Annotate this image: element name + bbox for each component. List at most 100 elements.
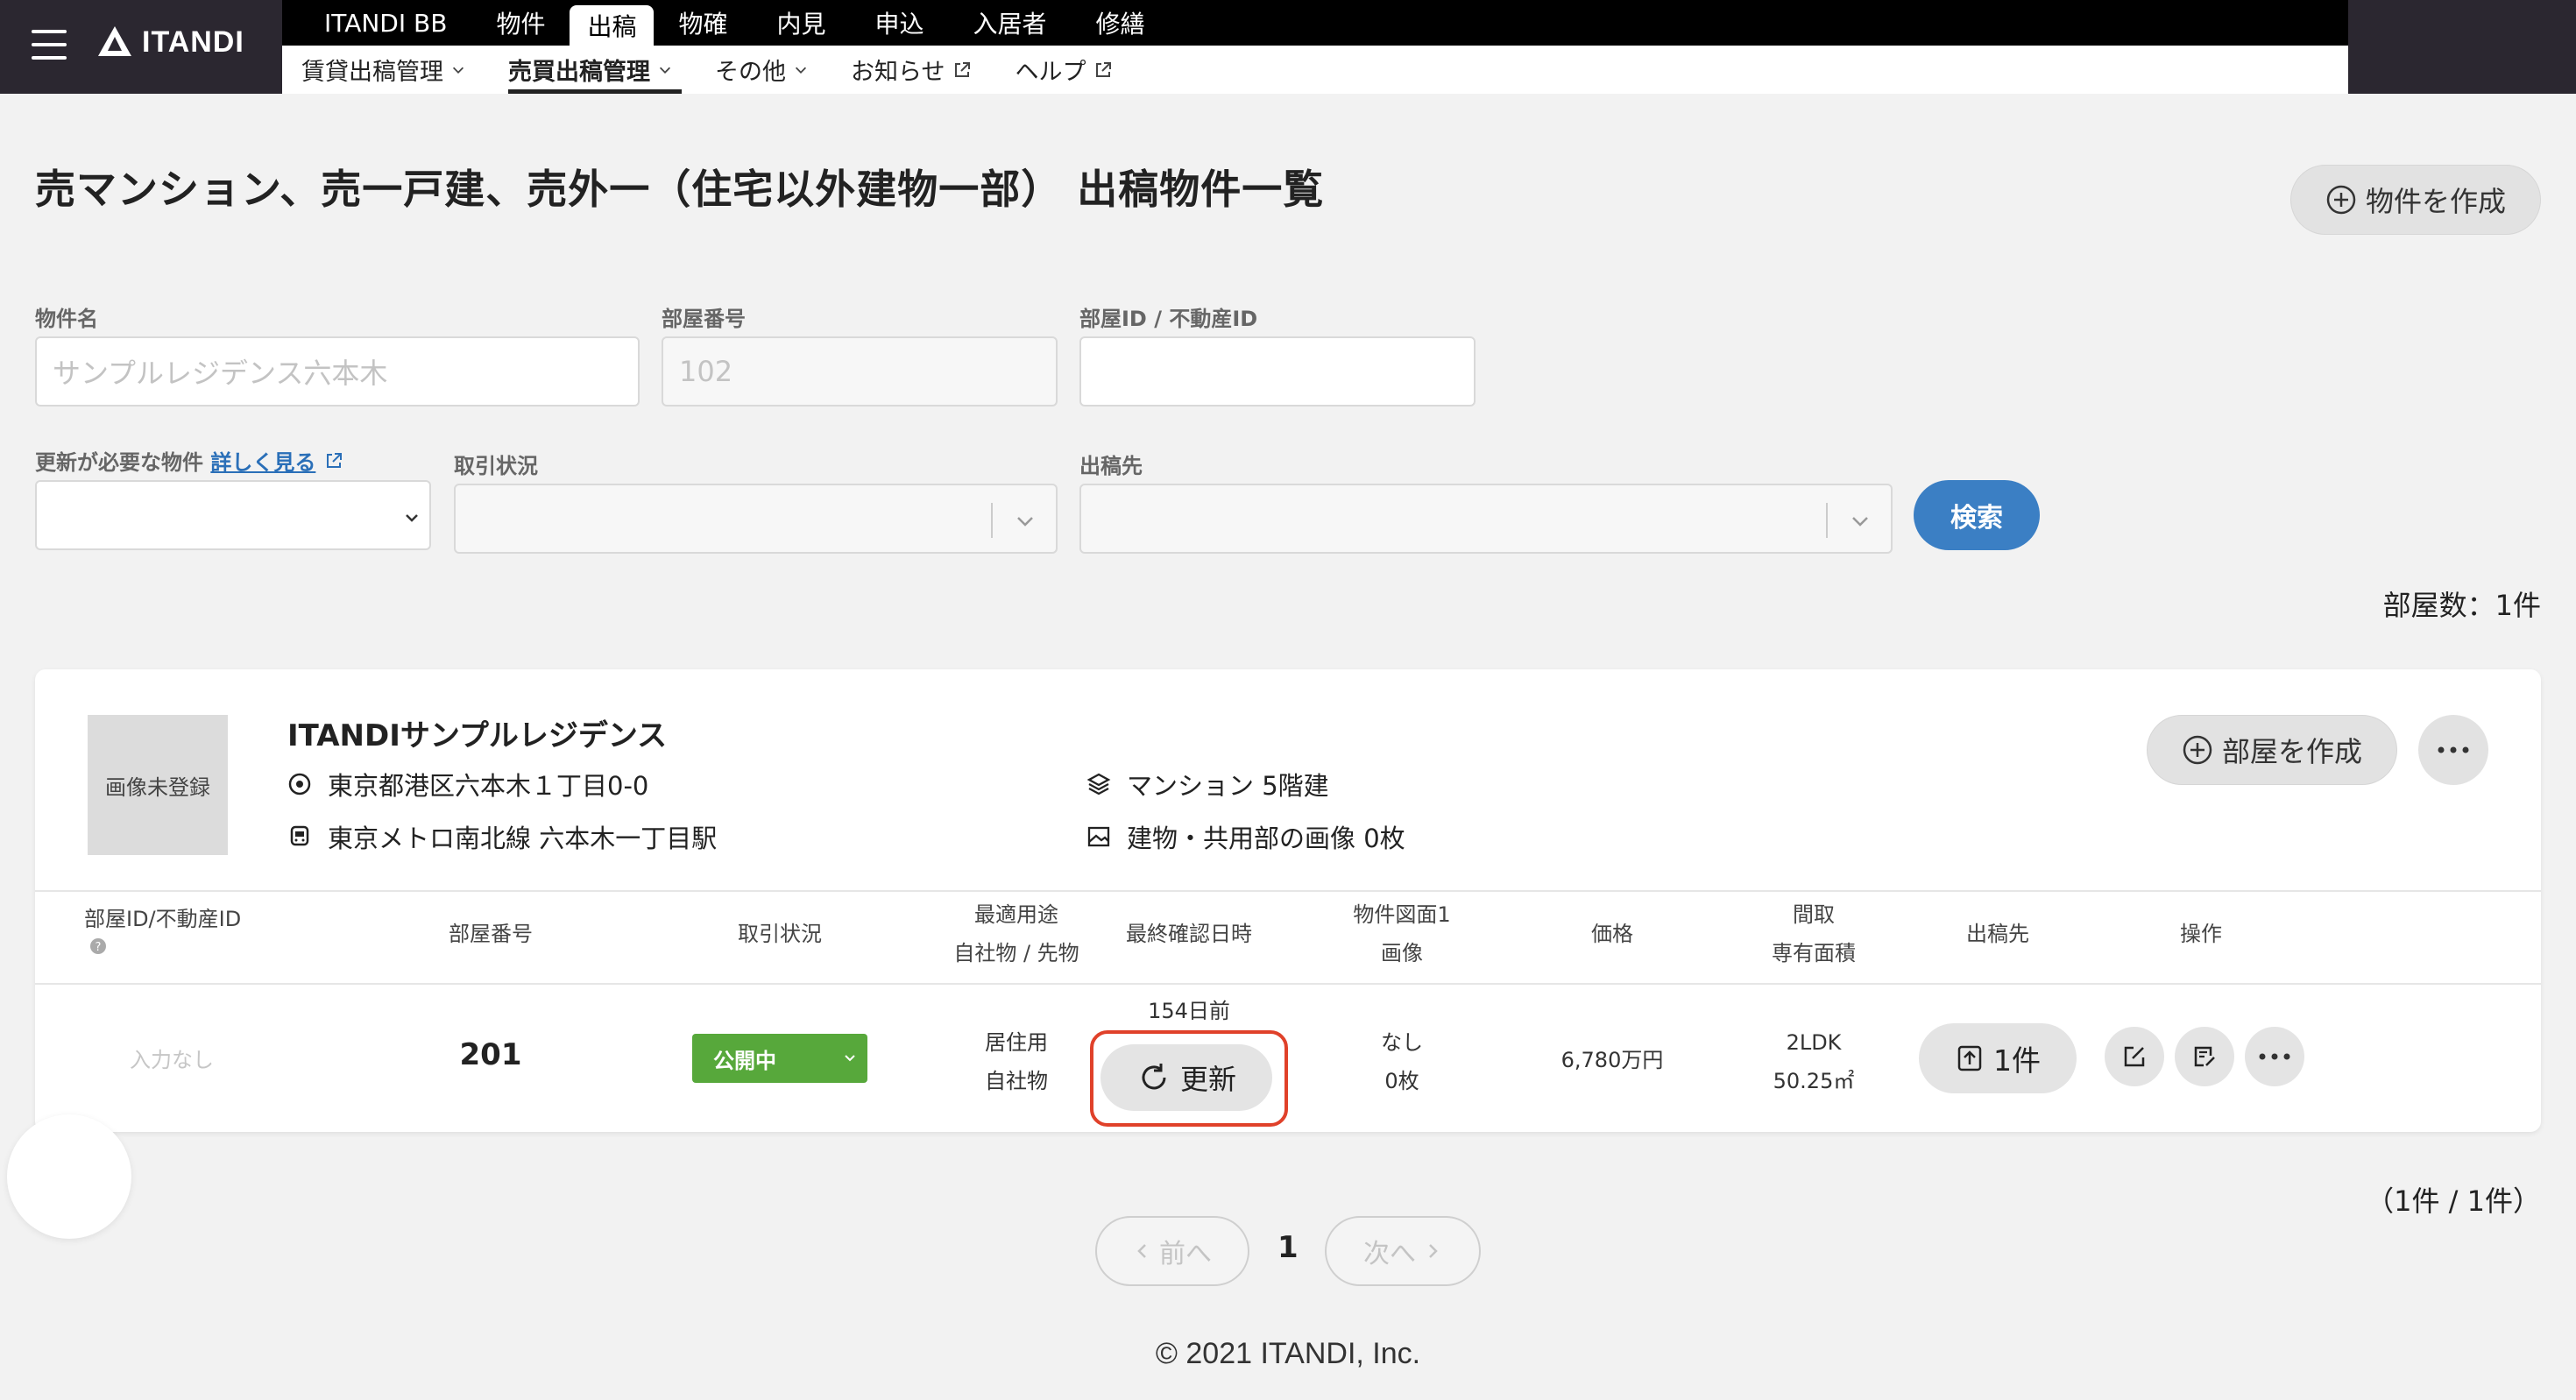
property-more-button[interactable] (2418, 715, 2488, 785)
layers-icon (1086, 773, 1111, 795)
needs-update-select[interactable] (35, 480, 431, 550)
image-icon (1087, 826, 1110, 847)
chevron-down-icon (795, 67, 807, 74)
th-price: 価格 (1591, 922, 1633, 946)
row-more-button[interactable] (2245, 1027, 2304, 1086)
external-link-icon (326, 453, 342, 468)
logo[interactable]: ITANDI (96, 25, 244, 60)
refresh-icon (1142, 1064, 1166, 1090)
cell-price: 6,780万円 (1560, 1048, 1664, 1072)
nav-listing[interactable]: 出稿 (570, 5, 655, 46)
chevron-left-icon (1137, 1244, 1146, 1258)
sub-nav: 賃貸出稿管理 売買出稿管理 その他 お知らせ ヘルプ (282, 46, 2348, 94)
transaction-status-select[interactable] (454, 484, 1058, 554)
external-link-icon (955, 61, 971, 77)
create-room-button[interactable]: 部屋を作成 (2147, 715, 2397, 785)
nav-confirm[interactable]: 物確 (654, 0, 752, 46)
room-id-label: 部屋ID / 不動産ID (1079, 307, 1258, 331)
chevron-down-icon (659, 67, 671, 74)
needs-update-text: 更新が必要な物件 (35, 450, 203, 475)
th-status: 取引状況 (738, 922, 822, 946)
station-text: 東京メトロ南北線 六本木一丁目駅 (328, 824, 718, 853)
chevron-down-icon (1017, 517, 1033, 527)
train-icon (290, 825, 309, 846)
edit-details-button[interactable] (2175, 1027, 2234, 1086)
address-text: 東京都港区六本木１丁目0-0 (328, 771, 649, 801)
nav-residents[interactable]: 入居者 (949, 0, 1072, 46)
th-floorplan: 物件図面1 画像 (1353, 902, 1451, 965)
cell-room-id: 入力なし (130, 1048, 214, 1072)
next-label: 次へ (1363, 1239, 1416, 1269)
next-page-button[interactable]: 次へ (1325, 1216, 1481, 1286)
logo-text: ITANDI (142, 25, 244, 59)
th-last-confirmed: 最終確認日時 (1126, 922, 1252, 946)
nav-property[interactable]: 物件 (471, 0, 570, 46)
update-button[interactable]: 更新 (1100, 1044, 1272, 1111)
property-address: 東京都港区六本木１丁目0-0 (287, 766, 648, 803)
status-select[interactable]: 公開中 (692, 1034, 867, 1083)
nav-application[interactable]: 申込 (851, 0, 949, 46)
destination-button[interactable]: 1件 (1919, 1023, 2077, 1093)
subnav-sale-listing[interactable]: 売買出稿管理 (508, 46, 682, 94)
cell-days-ago: 154日前 (1148, 999, 1230, 1023)
property-card: 画像未登録 ITANDIサンプルレジデンス 東京都港区六本木１丁目0-0 東京メ… (35, 669, 2541, 1132)
more-horizontal-icon (2438, 746, 2469, 753)
subnav-news-label: お知らせ (851, 59, 945, 86)
destination-label: 出稿先 (1079, 454, 1143, 478)
cell-room-number[interactable]: 201 (403, 1037, 578, 1072)
property-name-label: 物件名 (35, 307, 98, 331)
property-name-input[interactable]: サンプルレジデンス六本木 (35, 336, 640, 407)
edit-property-button[interactable] (2105, 1027, 2164, 1086)
itandi-logo-icon (98, 26, 131, 56)
chevron-right-icon (1429, 1244, 1438, 1258)
needs-update-label: 更新が必要な物件 詳しく見る (35, 445, 344, 476)
prev-label: 前へ (1159, 1239, 1212, 1269)
cell-layout: 2LDK 50.25㎡ (1773, 1030, 1855, 1093)
prev-page-button[interactable]: 前へ (1095, 1216, 1249, 1286)
chevron-down-icon (845, 1055, 855, 1062)
building-type-text: マンション 5階建 (1127, 771, 1329, 801)
subnav-rent-label: 賃貸出稿管理 (301, 59, 443, 86)
destination-select[interactable] (1079, 484, 1893, 554)
search-button[interactable]: 検索 (1914, 480, 2040, 550)
update-label: 更新 (1179, 1063, 1236, 1096)
nav-viewing[interactable]: 内見 (752, 0, 850, 46)
menu-icon[interactable] (32, 30, 67, 60)
create-property-button[interactable]: 物件を作成 (2290, 165, 2541, 235)
document-edit-icon (2194, 1046, 2215, 1067)
room-number-label: 部屋番号 (662, 307, 746, 331)
page-title: 売マンション、売一戸建、売外一（住宅以外建物一部） 出稿物件一覧 (35, 166, 1325, 213)
plus-circle-icon (2326, 185, 2356, 215)
subnav-other[interactable]: その他 (715, 46, 809, 94)
edit-icon (2124, 1046, 2145, 1067)
common-images: 建物・共用部の画像 0枚 (1086, 818, 1405, 855)
subnav-help-label: ヘルプ (1015, 59, 1086, 86)
chevron-down-icon (406, 514, 418, 522)
room-count: 部屋数：1件 (2382, 589, 2541, 622)
subnav-rent-listing[interactable]: 賃貸出稿管理 (301, 46, 466, 94)
room-number-input[interactable]: 102 (662, 336, 1058, 407)
subnav-help[interactable]: ヘルプ (1015, 46, 1114, 94)
details-link[interactable]: 詳しく見る (210, 450, 315, 475)
nav-itandi-bb[interactable]: ITANDI BB (300, 0, 471, 46)
room-id-input[interactable] (1079, 336, 1476, 407)
plus-circle-icon (2183, 735, 2212, 765)
upload-icon (1957, 1045, 1982, 1071)
chevron-down-icon (1852, 517, 1868, 527)
status-label: 公開中 (713, 1048, 776, 1073)
help-icon[interactable]: ? (89, 937, 107, 955)
subnav-other-label: その他 (715, 59, 786, 86)
subnav-news[interactable]: お知らせ (851, 46, 973, 94)
copyright: © 2021 ITANDI, Inc. (1155, 1337, 1421, 1370)
property-name[interactable]: ITANDIサンプルレジデンス (287, 711, 667, 754)
transaction-status-label: 取引状況 (454, 454, 538, 478)
th-layout: 間取 専有面積 (1772, 902, 1856, 965)
main-nav: ITANDI BB 物件 出稿 物確 内見 申込 入居者 修繕 (282, 0, 2348, 46)
th-operation: 操作 (2180, 922, 2222, 946)
current-page[interactable]: 1 (1277, 1230, 1299, 1265)
property-image-placeholder: 画像未登録 (88, 715, 228, 855)
nav-repair[interactable]: 修繕 (1072, 0, 1170, 46)
create-room-label: 部屋を作成 (2221, 735, 2362, 768)
more-horizontal-icon (2259, 1053, 2290, 1060)
floating-widget[interactable] (7, 1114, 131, 1239)
